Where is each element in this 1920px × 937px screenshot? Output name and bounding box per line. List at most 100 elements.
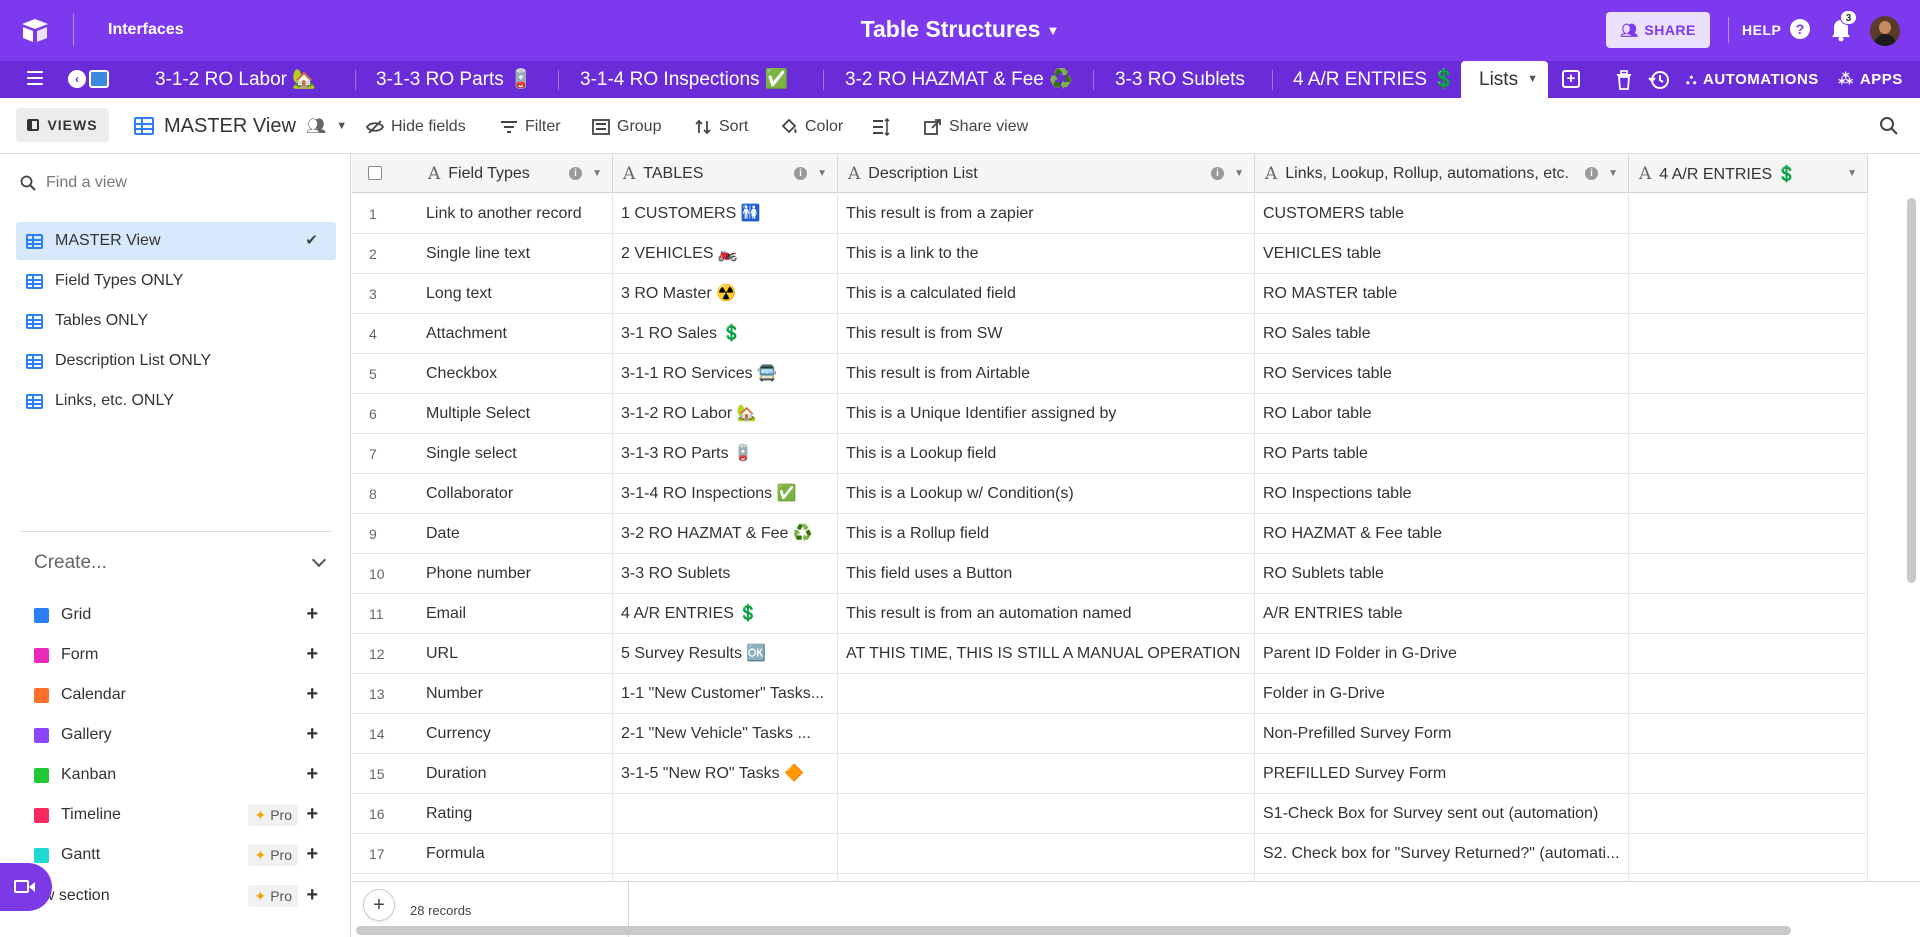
tab-ro-parts[interactable]: 3-1-3 RO Parts 🪫 <box>376 61 533 98</box>
chevron-left-icon[interactable]: ‹ <box>68 70 86 88</box>
sidebar-view-tables[interactable]: Tables ONLY <box>16 302 336 340</box>
views-toggle-button[interactable]: VIEWS <box>16 108 109 142</box>
links-cell[interactable]: PREFILLED Survey Form <box>1255 754 1629 794</box>
table-cell[interactable]: 3-1-5 "New RO" Tasks 🔶 <box>613 754 838 794</box>
ar-entries-cell[interactable] <box>1629 594 1868 634</box>
plus-icon[interactable]: + <box>306 603 318 626</box>
description-cell[interactable]: This is a Rollup field <box>838 514 1255 554</box>
chevron-down-icon[interactable]: ▼ <box>1527 61 1538 98</box>
table-cell[interactable]: 3-1-3 RO Parts 🪫 <box>613 434 838 474</box>
table-row[interactable]: 11 Email 4 A/R ENTRIES 💲 This result is fro… <box>352 594 1868 634</box>
chevron-down-icon[interactable]: ▼ <box>592 168 602 179</box>
share-button[interactable]: 👥︎ SHARE <box>1606 12 1710 48</box>
field-type-cell[interactable]: Collaborator <box>418 474 613 514</box>
column-header-description-list[interactable]: A Description List i ▼ <box>838 154 1255 193</box>
chevron-down-icon[interactable]: ▼ <box>817 168 827 179</box>
info-icon[interactable]: i <box>1211 167 1224 180</box>
find-view-input[interactable] <box>46 174 306 192</box>
description-cell[interactable]: This is a Lookup w/ Condition(s) <box>838 474 1255 514</box>
tab-ro-inspections[interactable]: 3-1-4 RO Inspections ✅ <box>580 61 788 98</box>
ar-entries-cell[interactable] <box>1629 194 1868 234</box>
menu-icon[interactable] <box>27 71 43 85</box>
ar-entries-cell[interactable] <box>1629 634 1868 674</box>
table-cell[interactable]: 3-2 RO HAZMAT & Fee ♻️ <box>613 514 838 554</box>
links-cell[interactable]: RO Labor table <box>1255 394 1629 434</box>
info-icon[interactable]: i <box>1585 167 1598 180</box>
chevron-down-icon[interactable]: ▼ <box>1234 168 1244 179</box>
table-cell[interactable]: 3-1-4 RO Inspections ✅ <box>613 474 838 514</box>
links-cell[interactable]: RO MASTER table <box>1255 274 1629 314</box>
column-header-tables[interactable]: A TABLES i ▼ <box>613 154 838 193</box>
table-cell[interactable]: 2 VEHICLES 🏍️ <box>613 234 838 274</box>
links-cell[interactable]: RO Services table <box>1255 354 1629 394</box>
description-cell[interactable] <box>838 834 1255 874</box>
table-row[interactable]: 8 Collaborator 3-1-4 RO Inspections ✅ This … <box>352 474 1868 514</box>
field-type-cell[interactable]: Single line text <box>418 234 613 274</box>
horizontal-scrollbar[interactable] <box>356 926 1791 935</box>
table-row[interactable]: 17 Formula S2. Check box for "Survey Retur… <box>352 834 1868 874</box>
vertical-scrollbar[interactable] <box>1907 198 1916 583</box>
table-row[interactable]: 6 Multiple Select 3-1-2 RO Labor 🏡 This is … <box>352 394 1868 434</box>
chevron-down-icon[interactable]: ▼ <box>1608 168 1618 179</box>
current-view-switcher[interactable]: MASTER View 👥︎ ▼ <box>134 113 347 139</box>
field-type-cell[interactable]: Phone number <box>418 554 613 594</box>
table-cell[interactable]: 3-3 RO Sublets <box>613 554 838 594</box>
interfaces-link[interactable]: Interfaces <box>108 21 184 39</box>
ar-entries-cell[interactable] <box>1629 514 1868 554</box>
create-new-section[interactable]: ew section ✦ Pro + <box>34 881 318 911</box>
column-header-links[interactable]: A Links, Lookup, Rollup, automations, et… <box>1255 154 1629 193</box>
field-type-cell[interactable]: Formula <box>418 834 613 874</box>
links-cell[interactable]: S1-Check Box for Survey sent out (automa… <box>1255 794 1629 834</box>
tab-ar-entries[interactable]: 4 A/R ENTRIES 💲 <box>1293 61 1456 98</box>
ar-entries-cell[interactable] <box>1629 794 1868 834</box>
links-cell[interactable]: RO Sales table <box>1255 314 1629 354</box>
create-gantt[interactable]: Gantt ✦ Pro + <box>34 840 318 870</box>
description-cell[interactable]: This is a link to the <box>838 234 1255 274</box>
ar-entries-cell[interactable] <box>1629 714 1868 754</box>
field-type-cell[interactable]: Duration <box>418 754 613 794</box>
ar-entries-cell[interactable] <box>1629 474 1868 514</box>
field-type-cell[interactable]: Currency <box>418 714 613 754</box>
table-row[interactable]: 12 URL 5 Survey Results 🆗 AT THIS TIME, THI… <box>352 634 1868 674</box>
tab-ro-sublets[interactable]: 3-3 RO Sublets <box>1115 61 1245 98</box>
filter-button[interactable]: Filter <box>500 116 561 138</box>
sidebar-view-links[interactable]: Links, etc. ONLY <box>16 382 336 420</box>
description-cell[interactable]: This is a Lookup field <box>838 434 1255 474</box>
tab-lists[interactable]: Lists ▼ <box>1461 61 1548 98</box>
automations-button[interactable]: ⛬ AUTOMATIONS <box>1686 61 1819 98</box>
description-cell[interactable]: This result is from SW <box>838 314 1255 354</box>
create-timeline[interactable]: Timeline ✦ Pro + <box>34 800 318 830</box>
links-cell[interactable]: RO Sublets table <box>1255 554 1629 594</box>
column-header-ar-entries[interactable]: A 4 A/R ENTRIES 💲 ▼ <box>1629 154 1868 193</box>
field-type-cell[interactable]: URL <box>418 634 613 674</box>
table-row[interactable]: 10 Phone number 3-3 RO Sublets This field u… <box>352 554 1868 594</box>
share-view-button[interactable]: Share view <box>924 116 1028 138</box>
ar-entries-cell[interactable] <box>1629 234 1868 274</box>
table-cell[interactable]: 3-1-2 RO Labor 🏡 <box>613 394 838 434</box>
ar-entries-cell[interactable] <box>1629 394 1868 434</box>
sort-button[interactable]: Sort <box>694 116 748 138</box>
ar-entries-cell[interactable] <box>1629 314 1868 354</box>
table-cell[interactable]: 4 A/R ENTRIES 💲 <box>613 594 838 634</box>
ar-entries-cell[interactable] <box>1629 354 1868 394</box>
plus-icon[interactable]: + <box>306 683 318 706</box>
group-button[interactable]: Group <box>592 116 661 138</box>
description-cell[interactable] <box>838 754 1255 794</box>
add-table-icon[interactable]: + <box>1562 70 1580 88</box>
create-section-header[interactable]: Create... <box>34 552 327 574</box>
table-row[interactable]: 7 Single select 3-1-3 RO Parts 🪫 This is a … <box>352 434 1868 474</box>
links-cell[interactable]: RO Parts table <box>1255 434 1629 474</box>
create-gallery[interactable]: Gallery + <box>34 720 318 750</box>
info-icon[interactable]: i <box>794 167 807 180</box>
table-cell[interactable] <box>613 794 838 834</box>
sidebar-view-description-list[interactable]: Description List ONLY <box>16 342 336 380</box>
field-type-cell[interactable]: Checkbox <box>418 354 613 394</box>
description-cell[interactable]: This result is from Airtable <box>838 354 1255 394</box>
chevron-down-icon[interactable] <box>311 552 327 568</box>
field-type-cell[interactable]: Link to another record <box>418 194 613 234</box>
field-type-cell[interactable]: Date <box>418 514 613 554</box>
links-cell[interactable]: Parent ID Folder in G-Drive <box>1255 634 1629 674</box>
select-all-checkbox[interactable] <box>368 166 382 180</box>
scroll-tabs-icon[interactable] <box>89 70 109 88</box>
field-type-cell[interactable]: Email <box>418 594 613 634</box>
